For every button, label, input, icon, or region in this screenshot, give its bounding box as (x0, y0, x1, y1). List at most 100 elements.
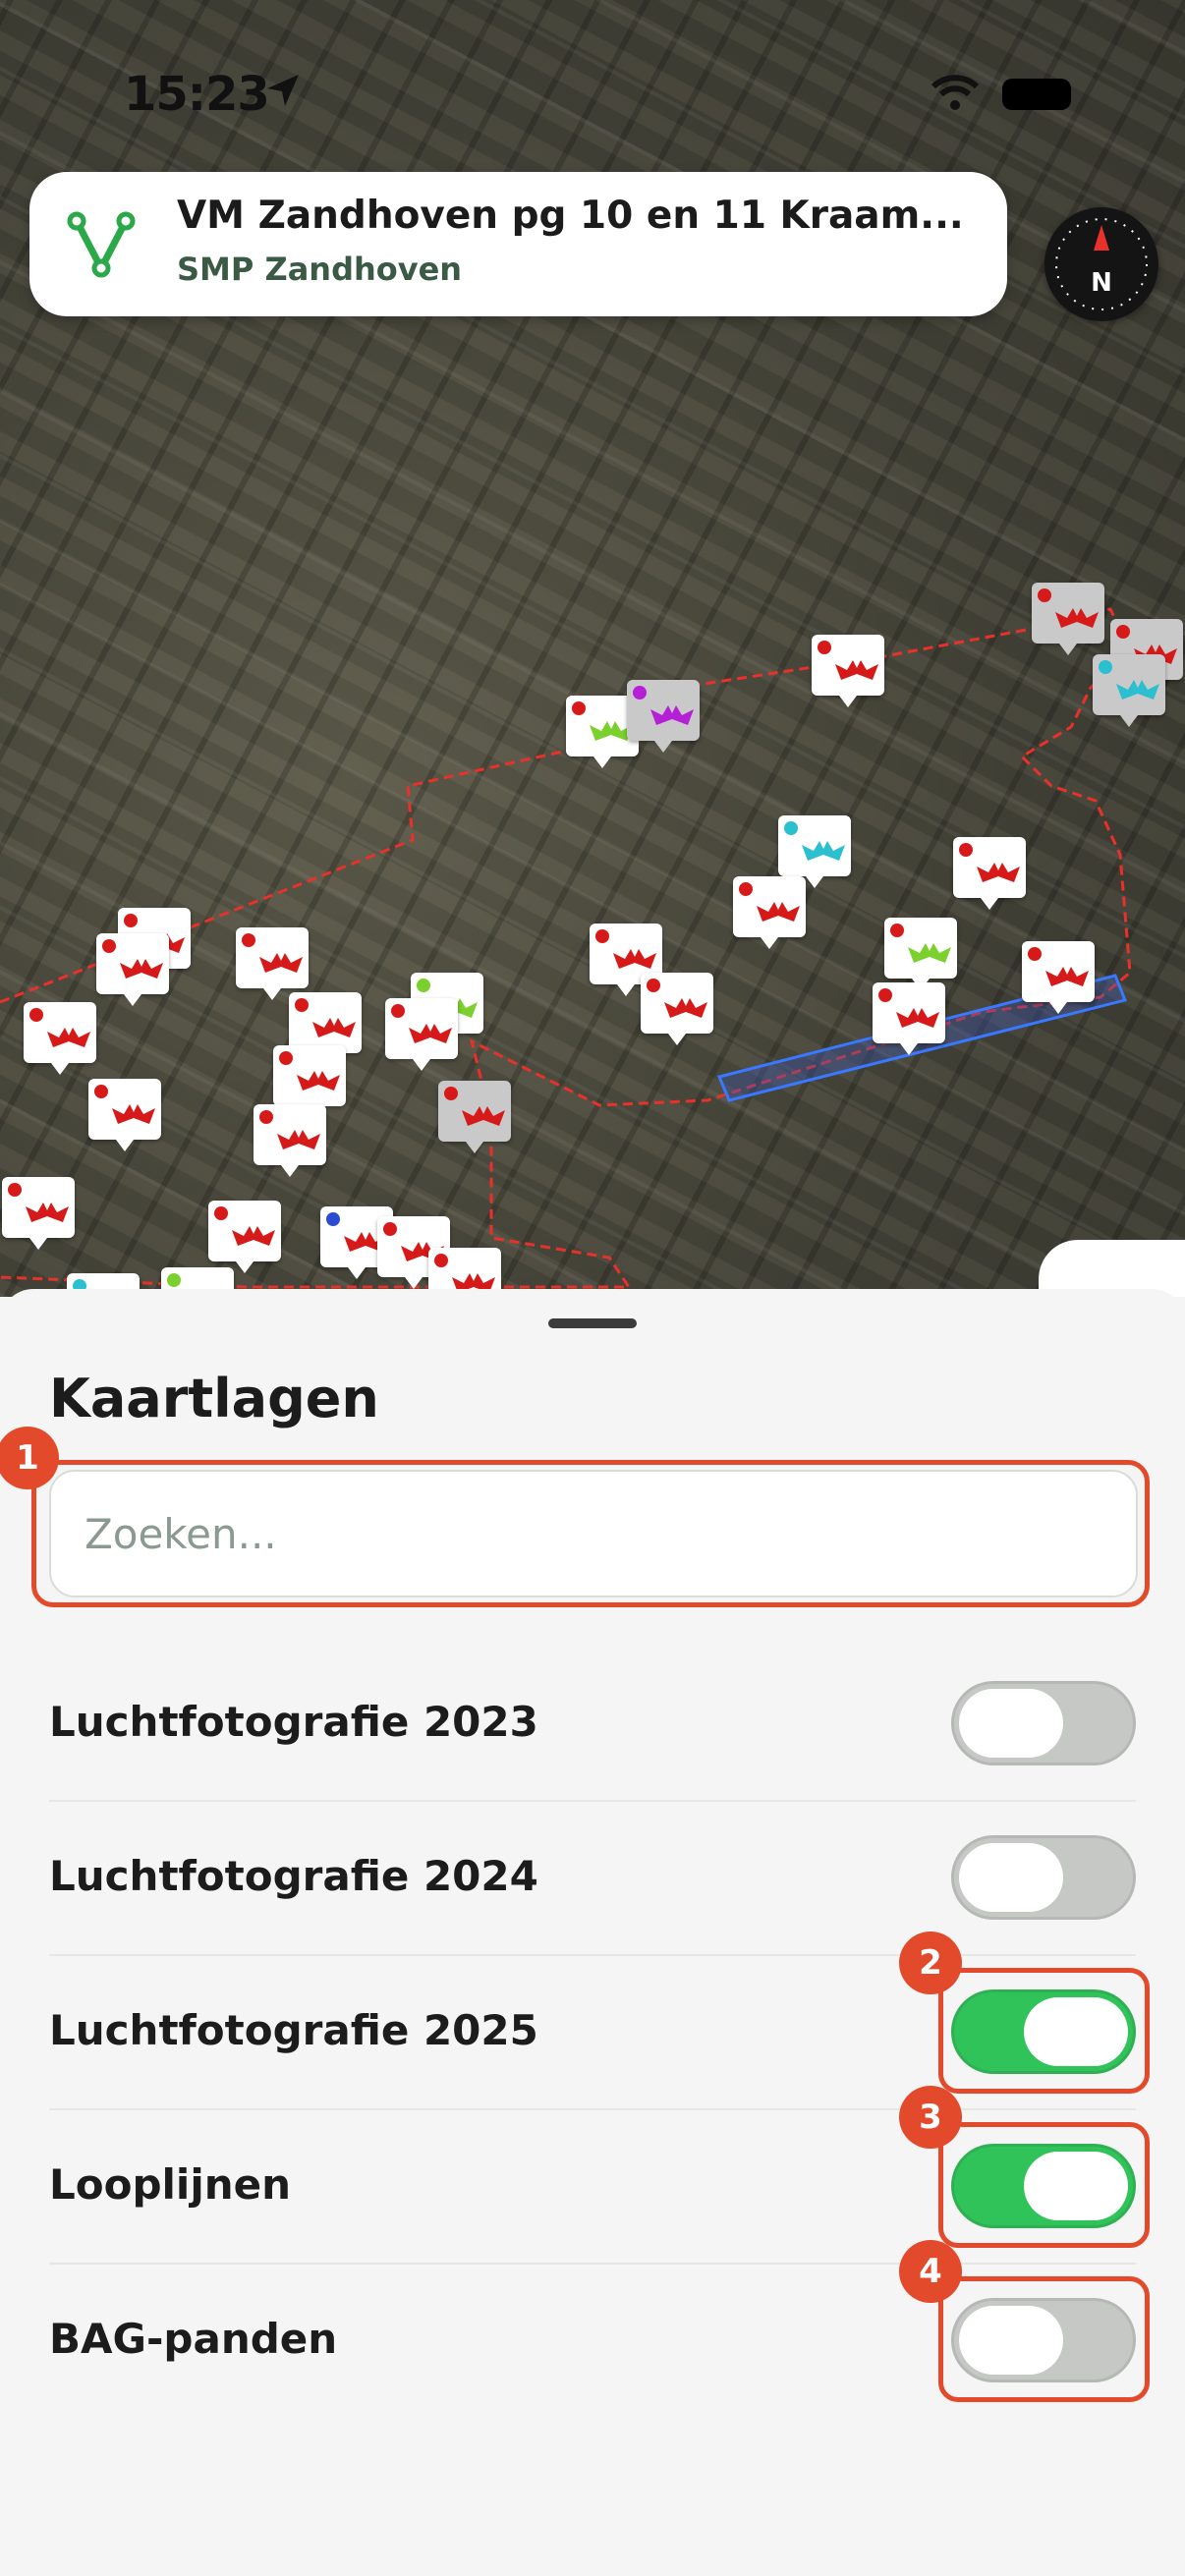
map-marker[interactable] (1093, 654, 1165, 727)
map-marker[interactable] (627, 680, 700, 753)
layer-toggle[interactable] (951, 1681, 1136, 1765)
bat-icon (908, 943, 951, 963)
home-icon (259, 1110, 273, 1124)
bug-icon (102, 939, 116, 953)
map-marker[interactable] (88, 1079, 161, 1151)
map-marker[interactable] (96, 933, 169, 1006)
bug-icon (434, 1254, 448, 1267)
bug-icon (1099, 660, 1112, 674)
bug-icon (279, 1051, 293, 1065)
bug-icon (1028, 947, 1042, 961)
map-marker[interactable] (289, 992, 362, 1065)
bat-icon (613, 949, 656, 969)
bat-icon (802, 841, 845, 861)
sheet-grabber[interactable] (548, 1318, 637, 1328)
annotation-badge-4: 4 (899, 2240, 962, 2303)
compass-north-label: N (1091, 268, 1112, 298)
layer-label: BAG-panden (49, 2315, 338, 2363)
bat-icon (259, 953, 303, 973)
map-marker[interactable] (873, 982, 945, 1055)
map-marker[interactable] (208, 1201, 281, 1273)
map-marker[interactable] (2, 1177, 75, 1250)
project-header-card[interactable]: VM Zandhoven pg 10 en 11 Kraam... SMP Za… (29, 172, 1007, 316)
map-marker[interactable] (953, 837, 1026, 910)
layer-label: Luchtfotografie 2024 (49, 1852, 538, 1900)
map-marker[interactable] (884, 918, 957, 990)
location-arrow-icon (267, 75, 299, 106)
bat-icon (977, 863, 1020, 882)
map-marker[interactable] (236, 927, 309, 1000)
map-marker[interactable] (273, 1045, 346, 1118)
home-icon (818, 641, 831, 654)
map-marker[interactable] (812, 635, 884, 707)
map-marker[interactable] (385, 998, 458, 1071)
bat-icon (312, 1018, 356, 1037)
satellite-map[interactable]: 15:23 VM Zandhoven pg 10 en 11 Kraam... … (0, 0, 1185, 1297)
annotation-highlight-toggle-2025 (938, 1968, 1150, 2094)
bug-icon (647, 979, 660, 992)
bug-icon (633, 686, 647, 700)
project-title: VM Zandhoven pg 10 en 11 Kraam... (177, 194, 964, 238)
annotation-badge-3: 3 (899, 2086, 962, 2149)
bug-icon (739, 882, 753, 896)
map-marker[interactable] (778, 815, 851, 888)
bug-icon (391, 1004, 405, 1018)
bat-icon (462, 1106, 505, 1126)
bat-icon (664, 998, 707, 1018)
bat-icon (1116, 680, 1159, 700)
bat-icon (120, 959, 163, 979)
bat-icon (277, 1130, 320, 1149)
annotation-highlight-toggle-bag (938, 2276, 1150, 2402)
project-subtitle: SMP Zandhoven (177, 251, 463, 288)
map-marker[interactable] (641, 973, 713, 1045)
layer-label: Luchtfotografie 2025 (49, 2006, 538, 2054)
toggle-knob (959, 1843, 1063, 1912)
bat-icon (1055, 608, 1099, 628)
bug-icon (8, 1183, 22, 1197)
search-input[interactable] (49, 1470, 1138, 1597)
map-marker[interactable] (1032, 583, 1104, 655)
bat-icon (650, 705, 694, 725)
bug-icon (214, 1206, 228, 1220)
bug-icon (29, 1008, 43, 1022)
bug-icon (444, 1087, 458, 1100)
compass-button[interactable]: N (1044, 207, 1158, 321)
bug-icon (959, 843, 973, 857)
map-marker[interactable] (254, 1104, 326, 1177)
map-marker[interactable] (1022, 941, 1095, 1014)
map-marker[interactable] (438, 1081, 511, 1153)
bug-icon (417, 979, 430, 992)
bug-icon (167, 1273, 181, 1287)
bug-icon (595, 929, 609, 943)
annotation-highlight-toggle-looplijnen (938, 2122, 1150, 2248)
bat-icon (112, 1104, 155, 1124)
bug-icon (326, 1212, 340, 1226)
annotation-badge-2: 2 (899, 1932, 962, 1994)
wifi-icon (931, 75, 980, 110)
bug-icon (890, 924, 904, 937)
layer-label: Luchtfotografie 2023 (49, 1698, 538, 1746)
bug-icon (878, 988, 892, 1002)
status-time: 15:23 (124, 67, 270, 122)
layer-toggle[interactable] (951, 1835, 1136, 1920)
bat-icon (757, 902, 800, 922)
bug-icon (124, 914, 138, 927)
bug-icon (572, 701, 586, 715)
map-marker[interactable] (24, 1002, 96, 1075)
layer-row-luchtfotografie-2024: Luchtfotografie 2024 (49, 1801, 1136, 1956)
app-logo-icon (67, 211, 136, 278)
bat-icon (232, 1226, 275, 1246)
bat-icon (297, 1071, 340, 1091)
sheet-title: Kaartlagen (49, 1368, 379, 1429)
map-marker[interactable] (733, 876, 806, 949)
bat-icon (26, 1203, 69, 1222)
bat-icon (896, 1008, 939, 1028)
map-layers-sheet: Kaartlagen 1 Luchtfotografie 2023 Luchtf… (0, 1289, 1185, 2576)
bug-icon (94, 1085, 108, 1098)
bat-icon (409, 1024, 452, 1043)
bug-icon (295, 998, 309, 1012)
layer-row-luchtfotografie-2023: Luchtfotografie 2023 (49, 1647, 1136, 1802)
bat-icon (1045, 967, 1089, 986)
bat-icon (835, 660, 878, 680)
toggle-knob (959, 1689, 1063, 1758)
